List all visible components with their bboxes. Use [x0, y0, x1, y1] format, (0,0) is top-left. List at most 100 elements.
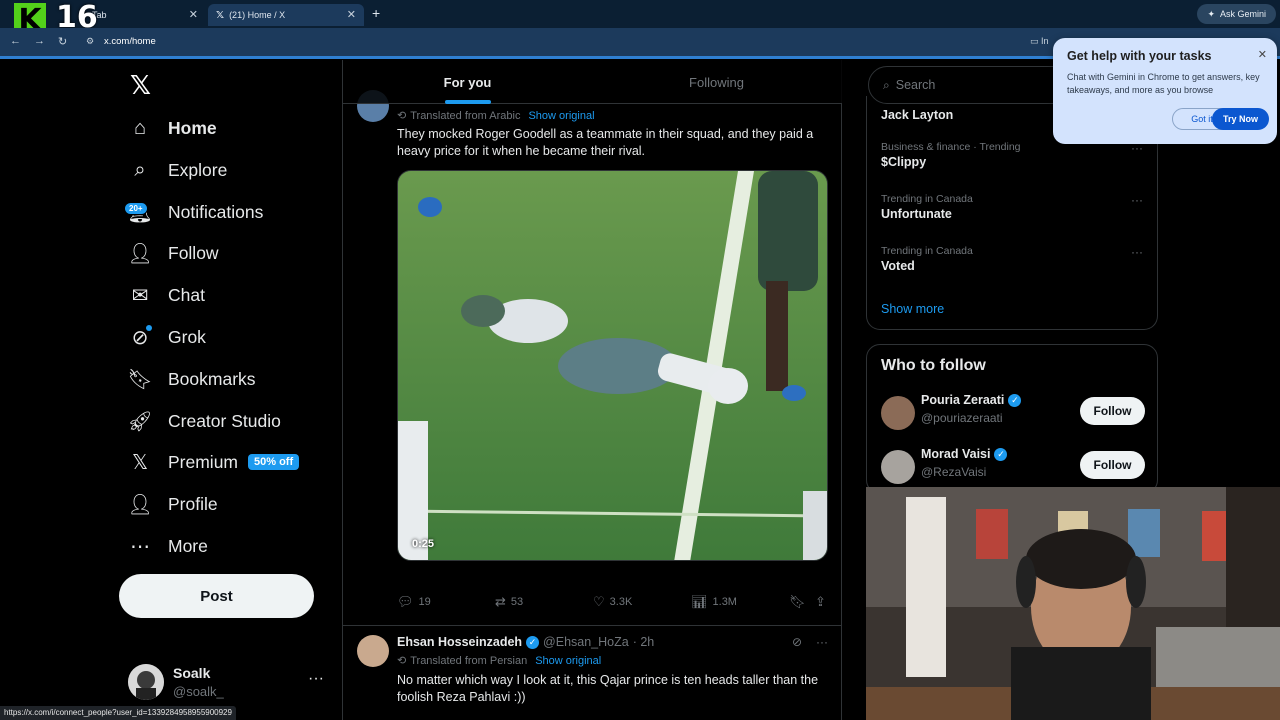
home-icon: ⌂ [133, 116, 147, 139]
person-icon: 👤︎ [127, 493, 153, 516]
sidebar-item-more[interactable]: ⋯ More [128, 526, 208, 566]
translated-from-label: Translated from Arabic [410, 109, 521, 122]
show-original-link[interactable]: Show original [535, 655, 601, 667]
verified-icon: ✓ [526, 635, 540, 649]
reload-icon[interactable]: ↻ [58, 35, 67, 48]
unread-dot [146, 325, 152, 331]
account-handle: @soalk_ [173, 684, 224, 699]
views-button[interactable]: 📊︎ 1.3M [691, 594, 737, 610]
sidebar-item-label: Creator Studio [168, 410, 281, 431]
sidebar-item-follow[interactable]: 👤︎ Follow [127, 233, 219, 273]
follow-suggestion[interactable]: Pouria Zeraati ✓ @pouriazeraati Follow [881, 393, 1145, 433]
more-icon[interactable]: ··· [816, 635, 828, 649]
rocket-icon: 🚀︎ [127, 410, 153, 433]
who-to-follow-panel: Who to follow Pouria Zeraati ✓ @pouriazer… [866, 344, 1158, 494]
sidebar-item-label: Grok [168, 326, 206, 347]
share-button[interactable]: ⇪ [815, 594, 826, 610]
sidebar-item-label: Home [168, 117, 217, 138]
post-time: · 2h [632, 635, 655, 649]
sidebar-item-label: Profile [168, 493, 218, 514]
trend-name: Unfortunate [881, 207, 952, 221]
sidebar-item-label: Explore [168, 159, 228, 180]
more-circle-icon: ⋯ [130, 535, 150, 558]
reply-count: 19 [418, 596, 431, 608]
post-video[interactable]: 0:25 [397, 170, 828, 561]
post-actions: 💬︎ 19 ⇄ 53 ♡ 3.3K 📊︎ 1.3M 🔖︎ ⇪ [397, 594, 828, 614]
sidebar-item-notifications[interactable]: 🔔︎ 20+ Notifications [124, 192, 263, 232]
account-switcher[interactable]: Soalk @soalk_ ··· [128, 660, 338, 704]
share-icon: ⇪ [815, 594, 826, 609]
url-field[interactable]: x.com/home [104, 36, 156, 47]
install-label: In [1041, 36, 1049, 46]
tab-following[interactable]: Following [592, 60, 841, 104]
like-button[interactable]: ♡ 3.3K [593, 594, 632, 610]
new-tab-button[interactable]: + [372, 5, 380, 21]
avatar [128, 664, 164, 700]
popup-title: Get help with your tasks [1067, 49, 1212, 63]
more-icon[interactable]: ··· [308, 670, 324, 688]
more-icon[interactable]: ··· [1131, 245, 1143, 259]
verified-icon: ✓ [994, 447, 1008, 461]
tab-for-you[interactable]: For you [343, 60, 592, 104]
sidebar-item-label: Follow [168, 242, 219, 263]
sidebar-item-explore[interactable]: ⌕ Explore [128, 150, 227, 190]
sidebar-item-bookmarks[interactable]: 🔖︎ Bookmarks [127, 359, 255, 399]
post-text: No matter which way I look at it, this Q… [397, 673, 819, 704]
search-icon: ⌕ [134, 158, 146, 181]
sidebar-item-home[interactable]: ⌂ Home [128, 108, 217, 148]
grok-icon[interactable]: ⊘ [792, 635, 802, 649]
bookmark-icon: 🔖︎ [789, 594, 806, 609]
forward-icon[interactable]: → [34, 35, 45, 47]
install-button[interactable]: ▭ In [1030, 36, 1049, 47]
trend-name: $Clippy [881, 155, 927, 169]
reply-button[interactable]: 💬︎ 19 [397, 594, 431, 610]
trend-item[interactable]: Trending in Canada Unfortunate ··· [881, 193, 1143, 221]
sidebar-item-grok[interactable]: ⊘ Grok [128, 317, 206, 357]
back-icon[interactable]: ← [10, 35, 21, 47]
browser-tab-2[interactable]: 𝕏 (21) Home / X ✕ [208, 4, 364, 26]
translation-note: ⟲ Translated from Persian Show original [397, 654, 601, 668]
verified-icon: ✓ [1008, 393, 1022, 407]
bookmark-button[interactable]: 🔖︎ [789, 594, 806, 610]
post[interactable]: Ehsan Hosseinzadeh ✓ @Ehsan_HoZa · 2h ⊘ … [343, 627, 842, 720]
author-name[interactable]: Ehsan Hosseinzadeh [397, 635, 522, 649]
trend-item[interactable]: Trending in Canada Voted ··· [881, 245, 1143, 273]
repost-button[interactable]: ⇄ 53 [495, 594, 523, 610]
trend-context: Trending in Canada [881, 245, 973, 257]
sidebar-item-label: Premium [168, 451, 239, 472]
popup-description: Chat with Gemini in Chrome to get answer… [1067, 72, 1260, 95]
close-tab-icon[interactable]: ✕ [347, 8, 356, 21]
more-icon[interactable]: ··· [1131, 193, 1143, 207]
site-info-icon[interactable]: ⚙ [86, 36, 94, 47]
search-icon: ⌕ [883, 77, 890, 92]
account-name: Soalk [173, 665, 211, 681]
person-plus-icon: 👤︎ [127, 242, 153, 265]
browser-tab-bar: Tab ✕ 𝕏 (21) Home / X ✕ + ✦ Ask Gemini [0, 0, 1280, 28]
close-tab-icon[interactable]: ✕ [189, 8, 198, 21]
post[interactable]: ⟲ Translated from Arabic Show original T… [343, 90, 842, 626]
sidebar-item-premium[interactable]: 𝕏 Premium 50% off [128, 442, 300, 482]
bell-icon: 🔔︎ 20+ [124, 200, 153, 224]
trend-item[interactable]: Business & finance · Trending $Clippy ··… [881, 141, 1143, 169]
close-icon[interactable]: ✕ [1258, 48, 1267, 61]
follow-suggestion[interactable]: Morad Vaisi ✓ @RezaVaisi Follow [881, 447, 1145, 487]
search-placeholder: Search [895, 78, 936, 92]
repost-icon: ⇄ [495, 594, 506, 609]
sidebar-item-chat[interactable]: ✉ Chat [128, 275, 205, 315]
sidebar-item-creator-studio[interactable]: 🚀︎ Creator Studio [127, 401, 281, 441]
try-now-button[interactable]: Try Now [1212, 108, 1269, 130]
show-original-link[interactable]: Show original [528, 110, 594, 122]
bookmark-icon: 🔖︎ [127, 368, 153, 391]
mail-icon: ✉ [131, 284, 149, 307]
follow-button[interactable]: Follow [1080, 397, 1145, 425]
views-icon: 📊︎ [691, 594, 708, 609]
post-button[interactable]: Post [119, 574, 314, 618]
follow-button[interactable]: Follow [1080, 451, 1145, 479]
x-logo-icon[interactable]: 𝕏 [130, 70, 151, 101]
user-name-text: Pouria Zeraati [921, 393, 1005, 407]
sidebar-item-profile[interactable]: 👤︎ Profile [127, 484, 218, 524]
avatar [357, 635, 389, 667]
ask-gemini-button[interactable]: ✦ Ask Gemini [1197, 4, 1276, 24]
avatar [881, 450, 915, 484]
show-more-link[interactable]: Show more [881, 302, 944, 316]
